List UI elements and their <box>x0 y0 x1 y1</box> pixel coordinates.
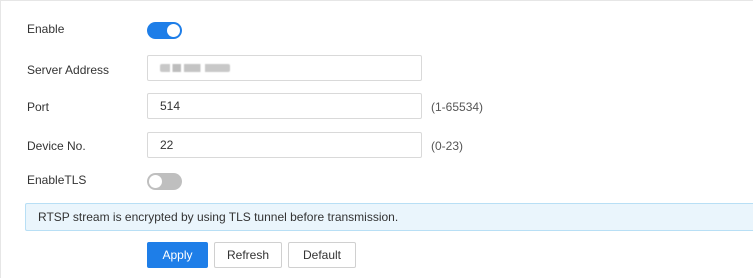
port-range-hint: (1-65534) <box>431 100 484 114</box>
enable-tls-toggle[interactable] <box>147 173 182 190</box>
port-label: Port <box>27 100 50 114</box>
tls-info-notice: RTSP stream is encrypted by using TLS tu… <box>25 203 753 231</box>
device-no-range-hint: (0-23) <box>431 139 464 153</box>
toggle-knob <box>149 175 162 188</box>
default-button[interactable]: Default <box>288 242 356 268</box>
device-no-input[interactable] <box>147 132 422 158</box>
syslog-settings-panel: Enable Server Address Port (1-65534) Dev… <box>0 0 753 278</box>
port-input[interactable] <box>147 93 422 119</box>
redacted-server-address <box>160 63 230 72</box>
server-address-label: Server Address <box>27 63 110 77</box>
enable-label: Enable <box>27 22 65 36</box>
enable-tls-label: EnableTLS <box>27 173 87 187</box>
device-no-label: Device No. <box>27 139 86 153</box>
apply-button[interactable]: Apply <box>147 242 208 268</box>
server-address-input[interactable] <box>147 55 422 81</box>
toggle-knob <box>167 24 180 37</box>
refresh-button[interactable]: Refresh <box>214 242 282 268</box>
enable-toggle[interactable] <box>147 22 182 39</box>
